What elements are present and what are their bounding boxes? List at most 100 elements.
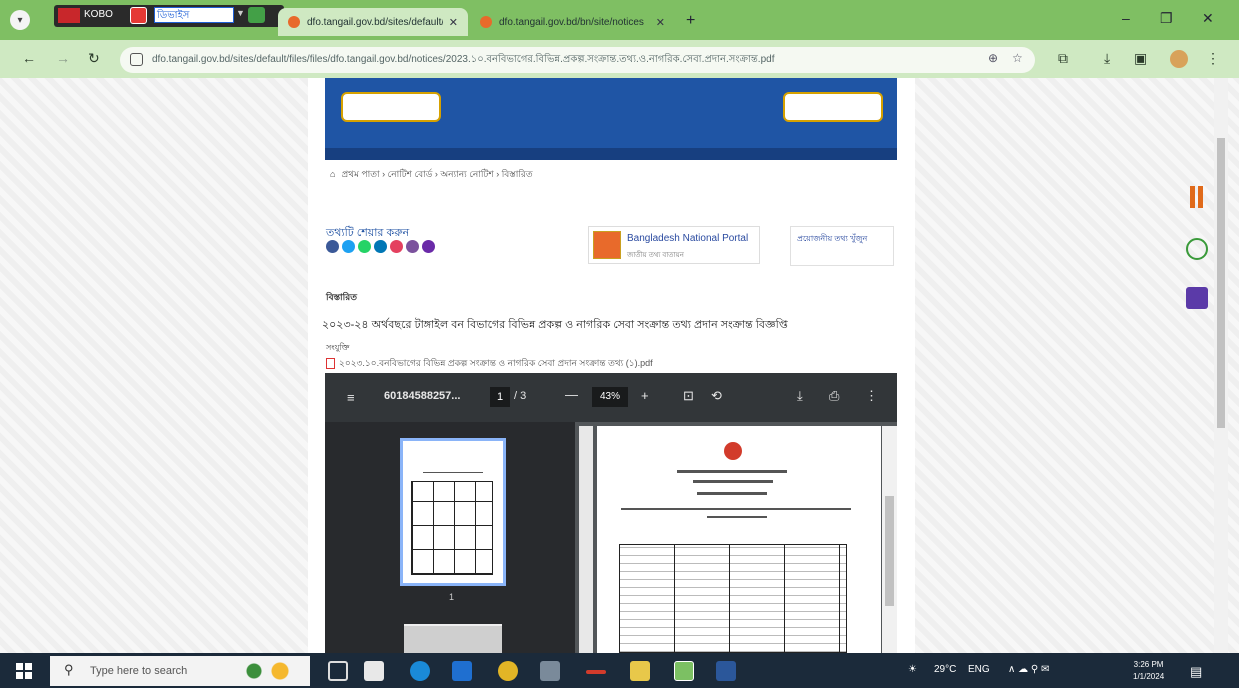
zoom-in-button[interactable]: + bbox=[641, 388, 649, 403]
share-button-icon[interactable] bbox=[406, 240, 419, 253]
pdf-thumbnail-page-2[interactable] bbox=[404, 624, 502, 653]
file-explorer-icon[interactable] bbox=[364, 661, 384, 681]
doc-heading-line bbox=[693, 480, 773, 483]
system-tray-icons[interactable]: ∧ ☁ ⚲ ✉ bbox=[1008, 664, 1049, 675]
breadcrumb[interactable]: ⌂ প্রথম পাতা › নোটিশ বোর্ড › অন্যান্য নোট… bbox=[330, 167, 533, 182]
share-button-icon[interactable] bbox=[342, 240, 355, 253]
taskbar-search[interactable]: ⚲ Type here to search bbox=[50, 656, 310, 686]
taskbar-search-placeholder[interactable]: Type here to search bbox=[90, 665, 187, 677]
site-banner bbox=[325, 78, 897, 160]
chrome-icon[interactable] bbox=[498, 661, 518, 681]
doc-table bbox=[619, 544, 847, 653]
start-icon[interactable] bbox=[16, 663, 32, 679]
pdf-zoom-input[interactable]: 43% bbox=[592, 387, 628, 407]
thumbnail-page-number: 1 bbox=[449, 592, 455, 602]
page-scrollbar-thumb[interactable] bbox=[1217, 138, 1225, 428]
folder-icon[interactable] bbox=[630, 661, 650, 681]
weather-icon[interactable]: ☀ bbox=[908, 664, 917, 675]
task-view-icon[interactable] bbox=[328, 661, 348, 681]
zoom-out-button[interactable]: — bbox=[565, 387, 578, 402]
side-panel-icon[interactable]: ▣ bbox=[1134, 50, 1147, 67]
edge-icon[interactable] bbox=[410, 661, 430, 681]
pdf-menu-icon[interactable]: ≡ bbox=[347, 390, 355, 405]
close-window-button[interactable]: ✕ bbox=[1202, 10, 1214, 27]
pdf-link-text[interactable]: ২০২৩.১০.বনবিভাগের বিভিন্ন প্রকল্প সংক্রা… bbox=[339, 358, 653, 368]
site-favicon-icon bbox=[480, 16, 492, 28]
mail-icon[interactable] bbox=[452, 661, 472, 681]
clock-date: 1/1/2024 bbox=[1133, 672, 1165, 681]
banner-logo-left bbox=[341, 92, 441, 122]
breadcrumb-text[interactable]: প্রথম পাতা › নোটিশ বোর্ড › অন্যান্য নোটি… bbox=[341, 169, 532, 179]
print-icon[interactable]: ⎙ bbox=[829, 388, 839, 404]
national-portal-widget[interactable]: Bangladesh National Portal জাতীয় তথ্য ব… bbox=[588, 226, 760, 264]
close-tab-icon[interactable]: ✕ bbox=[449, 16, 458, 29]
tab-active[interactable]: dfo.tangail.gov.bd/sites/default/fi... ✕ bbox=[278, 8, 468, 36]
doc-heading-line bbox=[677, 470, 787, 473]
thumbnail-header bbox=[423, 451, 483, 473]
share-button-icon[interactable] bbox=[390, 240, 403, 253]
chat-widget-icon[interactable] bbox=[1186, 238, 1208, 260]
pdf-file-icon bbox=[326, 358, 335, 370]
tab-inactive[interactable]: dfo.tangail.gov.bd/bn/site/notices ✕ bbox=[470, 8, 675, 36]
word-icon[interactable] bbox=[716, 661, 736, 681]
clock-time: 3:26 PM bbox=[1133, 660, 1164, 669]
share-button-icon[interactable] bbox=[326, 240, 339, 253]
ime-mode-icon[interactable] bbox=[130, 7, 147, 24]
chrome-profile-icon[interactable] bbox=[674, 661, 694, 681]
tab-search-icon[interactable]: ▾ bbox=[10, 10, 30, 30]
taskbar-clock[interactable]: 3:26 PM 1/1/2024 bbox=[1133, 659, 1164, 683]
doc-subject-line bbox=[707, 516, 767, 518]
extensions-icon[interactable]: ⧉ bbox=[1058, 50, 1068, 67]
share-buttons bbox=[326, 240, 435, 253]
notification-icon[interactable]: ▤ bbox=[1190, 664, 1202, 680]
tab-title: dfo.tangail.gov.bd/sites/default/fi... bbox=[307, 16, 443, 28]
browser-menu-icon[interactable]: ⋮ bbox=[1206, 50, 1220, 67]
pdf-attachment-link[interactable]: ২০২৩.১০.বনবিভাগের বিভিন্ন প্রকল্প সংক্রা… bbox=[326, 356, 896, 371]
reload-button[interactable]: ↻ bbox=[88, 50, 100, 67]
pdf-scrollbar-thumb[interactable] bbox=[885, 496, 894, 606]
pdf-more-icon[interactable]: ⋮ bbox=[865, 388, 878, 404]
close-tab-icon[interactable]: ✕ bbox=[656, 16, 665, 29]
back-button[interactable]: ← bbox=[22, 50, 36, 66]
ime-logo-icon bbox=[58, 8, 80, 23]
pdf-thumbnail-page-1[interactable] bbox=[400, 438, 506, 586]
share-button-icon[interactable] bbox=[374, 240, 387, 253]
fit-page-icon[interactable]: ⊡ bbox=[683, 388, 694, 404]
pdf-reader-icon[interactable] bbox=[586, 670, 606, 674]
minimize-button[interactable]: – bbox=[1122, 10, 1130, 26]
profile-avatar[interactable] bbox=[1170, 50, 1188, 68]
ime-confirm-button[interactable] bbox=[248, 7, 265, 23]
pdf-page-input[interactable]: 1 bbox=[490, 387, 510, 407]
pdf-sidebar-scrollbar[interactable] bbox=[579, 426, 593, 653]
url-text[interactable]: dfo.tangail.gov.bd/sites/default/files/f… bbox=[152, 52, 982, 69]
info-widget-icon[interactable] bbox=[1186, 287, 1208, 309]
zoom-icon[interactable]: ⊕ bbox=[988, 51, 998, 65]
bookmark-star-icon[interactable]: ☆ bbox=[1012, 51, 1023, 65]
share-button-icon[interactable] bbox=[358, 240, 371, 253]
site-search-box[interactable]: প্রয়োজনীয় তথ্য খুঁজুন bbox=[790, 226, 894, 266]
pdf-download-icon[interactable]: ⤓ bbox=[797, 388, 803, 404]
portal-name[interactable]: Bangladesh National Portal bbox=[627, 233, 748, 244]
app-icon[interactable] bbox=[540, 661, 560, 681]
home-icon[interactable]: ⌂ bbox=[330, 169, 335, 179]
weather-temp[interactable]: 29°C bbox=[934, 664, 956, 675]
chart-widget-icon[interactable] bbox=[1186, 186, 1208, 208]
new-tab-button[interactable]: + bbox=[686, 12, 695, 30]
site-favicon-icon bbox=[288, 16, 300, 28]
rotate-icon[interactable]: ⟲ bbox=[711, 388, 722, 404]
banner-logo-right bbox=[783, 92, 883, 122]
pdf-scrollbar[interactable] bbox=[882, 426, 897, 653]
share-button-icon[interactable] bbox=[422, 240, 435, 253]
maximize-button[interactable]: ❐ bbox=[1160, 10, 1173, 27]
government-emblem-icon bbox=[724, 442, 742, 460]
ime-input[interactable]: ডিভাইস bbox=[154, 7, 234, 23]
notice-title: ২০২৩-২৪ অর্থবছরে টাঙ্গাইল বন বিভাগের বিভ… bbox=[322, 319, 788, 331]
forward-button[interactable]: → bbox=[56, 50, 70, 66]
site-info-icon[interactable] bbox=[130, 53, 143, 66]
portal-logo-icon bbox=[593, 231, 621, 259]
tab-title: dfo.tangail.gov.bd/bn/site/notices bbox=[499, 16, 644, 28]
chevron-down-icon[interactable]: ▼ bbox=[236, 8, 245, 18]
page-scrollbar[interactable] bbox=[1214, 78, 1228, 653]
language-indicator[interactable]: ENG bbox=[968, 664, 990, 675]
download-icon[interactable]: ⤓ bbox=[1104, 50, 1110, 67]
